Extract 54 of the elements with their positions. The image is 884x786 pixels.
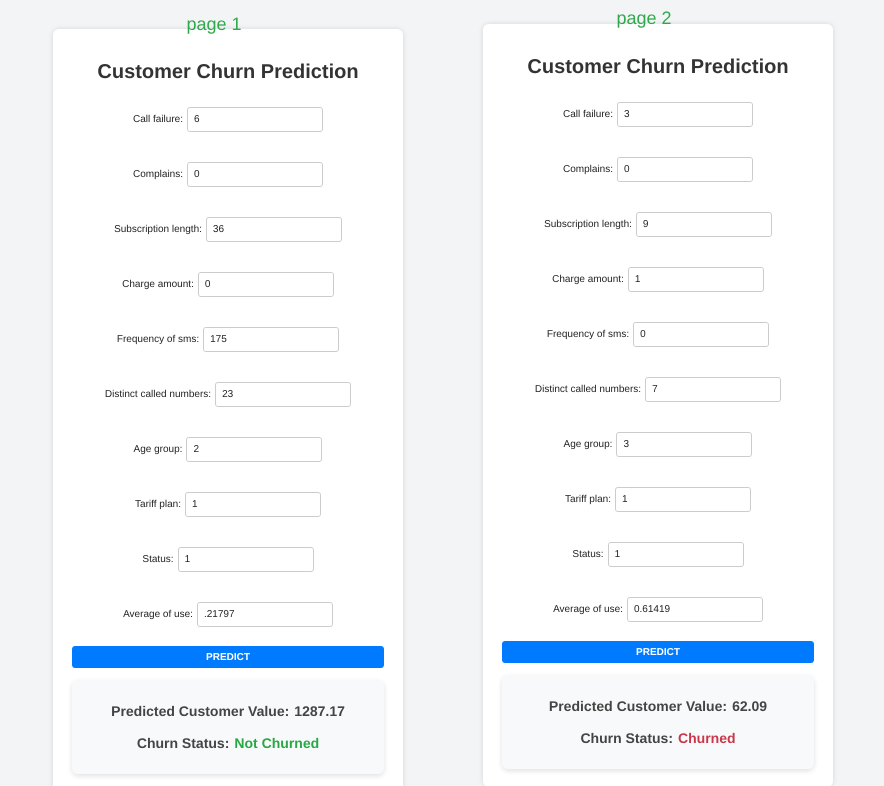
status-label: Churn Status: [580, 728, 673, 748]
input-field[interactable]: 1 [608, 542, 744, 567]
field-label: Distinct called numbers: [104, 388, 212, 402]
field-label: Distinct called numbers: [534, 383, 642, 397]
field-label: Charge amount: [122, 278, 194, 292]
input-field[interactable]: 9 [636, 212, 772, 237]
input-field[interactable]: 0.61419 [626, 597, 763, 622]
form-title: Customer Churn Prediction [96, 60, 360, 85]
field-label: Complains: [562, 163, 614, 177]
input-field[interactable]: 1 [628, 267, 764, 292]
field-label: Subscription length: [544, 218, 632, 232]
predict-button[interactable]: PREDICT [72, 646, 384, 668]
field-label: Age group: [134, 443, 182, 457]
predict-button[interactable]: PREDICT [502, 641, 814, 663]
field-label: Tariff plan: [565, 493, 611, 507]
churn-status: Not Churned [234, 734, 320, 752]
field-label: Call failure: [132, 113, 184, 127]
field-label: Age group: [564, 438, 612, 452]
input-field[interactable]: 1 [614, 487, 751, 512]
input-field[interactable]: 175 [203, 327, 340, 352]
field-label: Charge amount: [552, 273, 624, 287]
input-field[interactable]: 0 [617, 157, 754, 182]
churn-status: Churned [678, 728, 736, 748]
page-label: page 1 [186, 13, 242, 36]
input-field[interactable]: 3 [616, 432, 752, 457]
field-label: Status: [142, 553, 174, 567]
input-field[interactable]: 1 [178, 547, 314, 572]
field-label: Frequency of sms: [546, 328, 630, 342]
value-label: Predicted Customer Value: [111, 702, 290, 720]
input-field[interactable]: 3 [617, 102, 754, 127]
input-field[interactable]: 2 [186, 437, 322, 462]
field-label: Complains: [132, 168, 184, 182]
predicted-value: 1287.17 [294, 702, 345, 720]
input-field[interactable]: 6 [187, 107, 324, 132]
input-field[interactable]: 23 [215, 382, 352, 407]
field-label: Subscription length: [114, 223, 202, 237]
input-field[interactable]: 1 [184, 492, 321, 517]
input-field[interactable]: 0 [633, 322, 770, 347]
input-field[interactable]: 7 [645, 377, 782, 402]
value-label: Predicted Customer Value: [548, 696, 728, 716]
input-field[interactable]: 36 [206, 217, 342, 242]
input-field[interactable]: .21797 [196, 602, 333, 627]
predicted-value: 62.09 [732, 696, 768, 716]
input-field[interactable]: 0 [198, 272, 334, 297]
form-title: Customer Churn Prediction [526, 55, 790, 80]
field-label: Tariff plan: [135, 498, 181, 512]
input-field[interactable]: 0 [187, 162, 324, 187]
field-label: Status: [572, 548, 604, 562]
field-label: Call failure: [562, 108, 614, 122]
field-label: Average of use: [123, 608, 193, 622]
field-label: Average of use: [553, 603, 623, 617]
status-label: Churn Status: [136, 734, 230, 752]
page-label: page 2 [616, 7, 672, 30]
field-label: Frequency of sms: [116, 333, 200, 347]
